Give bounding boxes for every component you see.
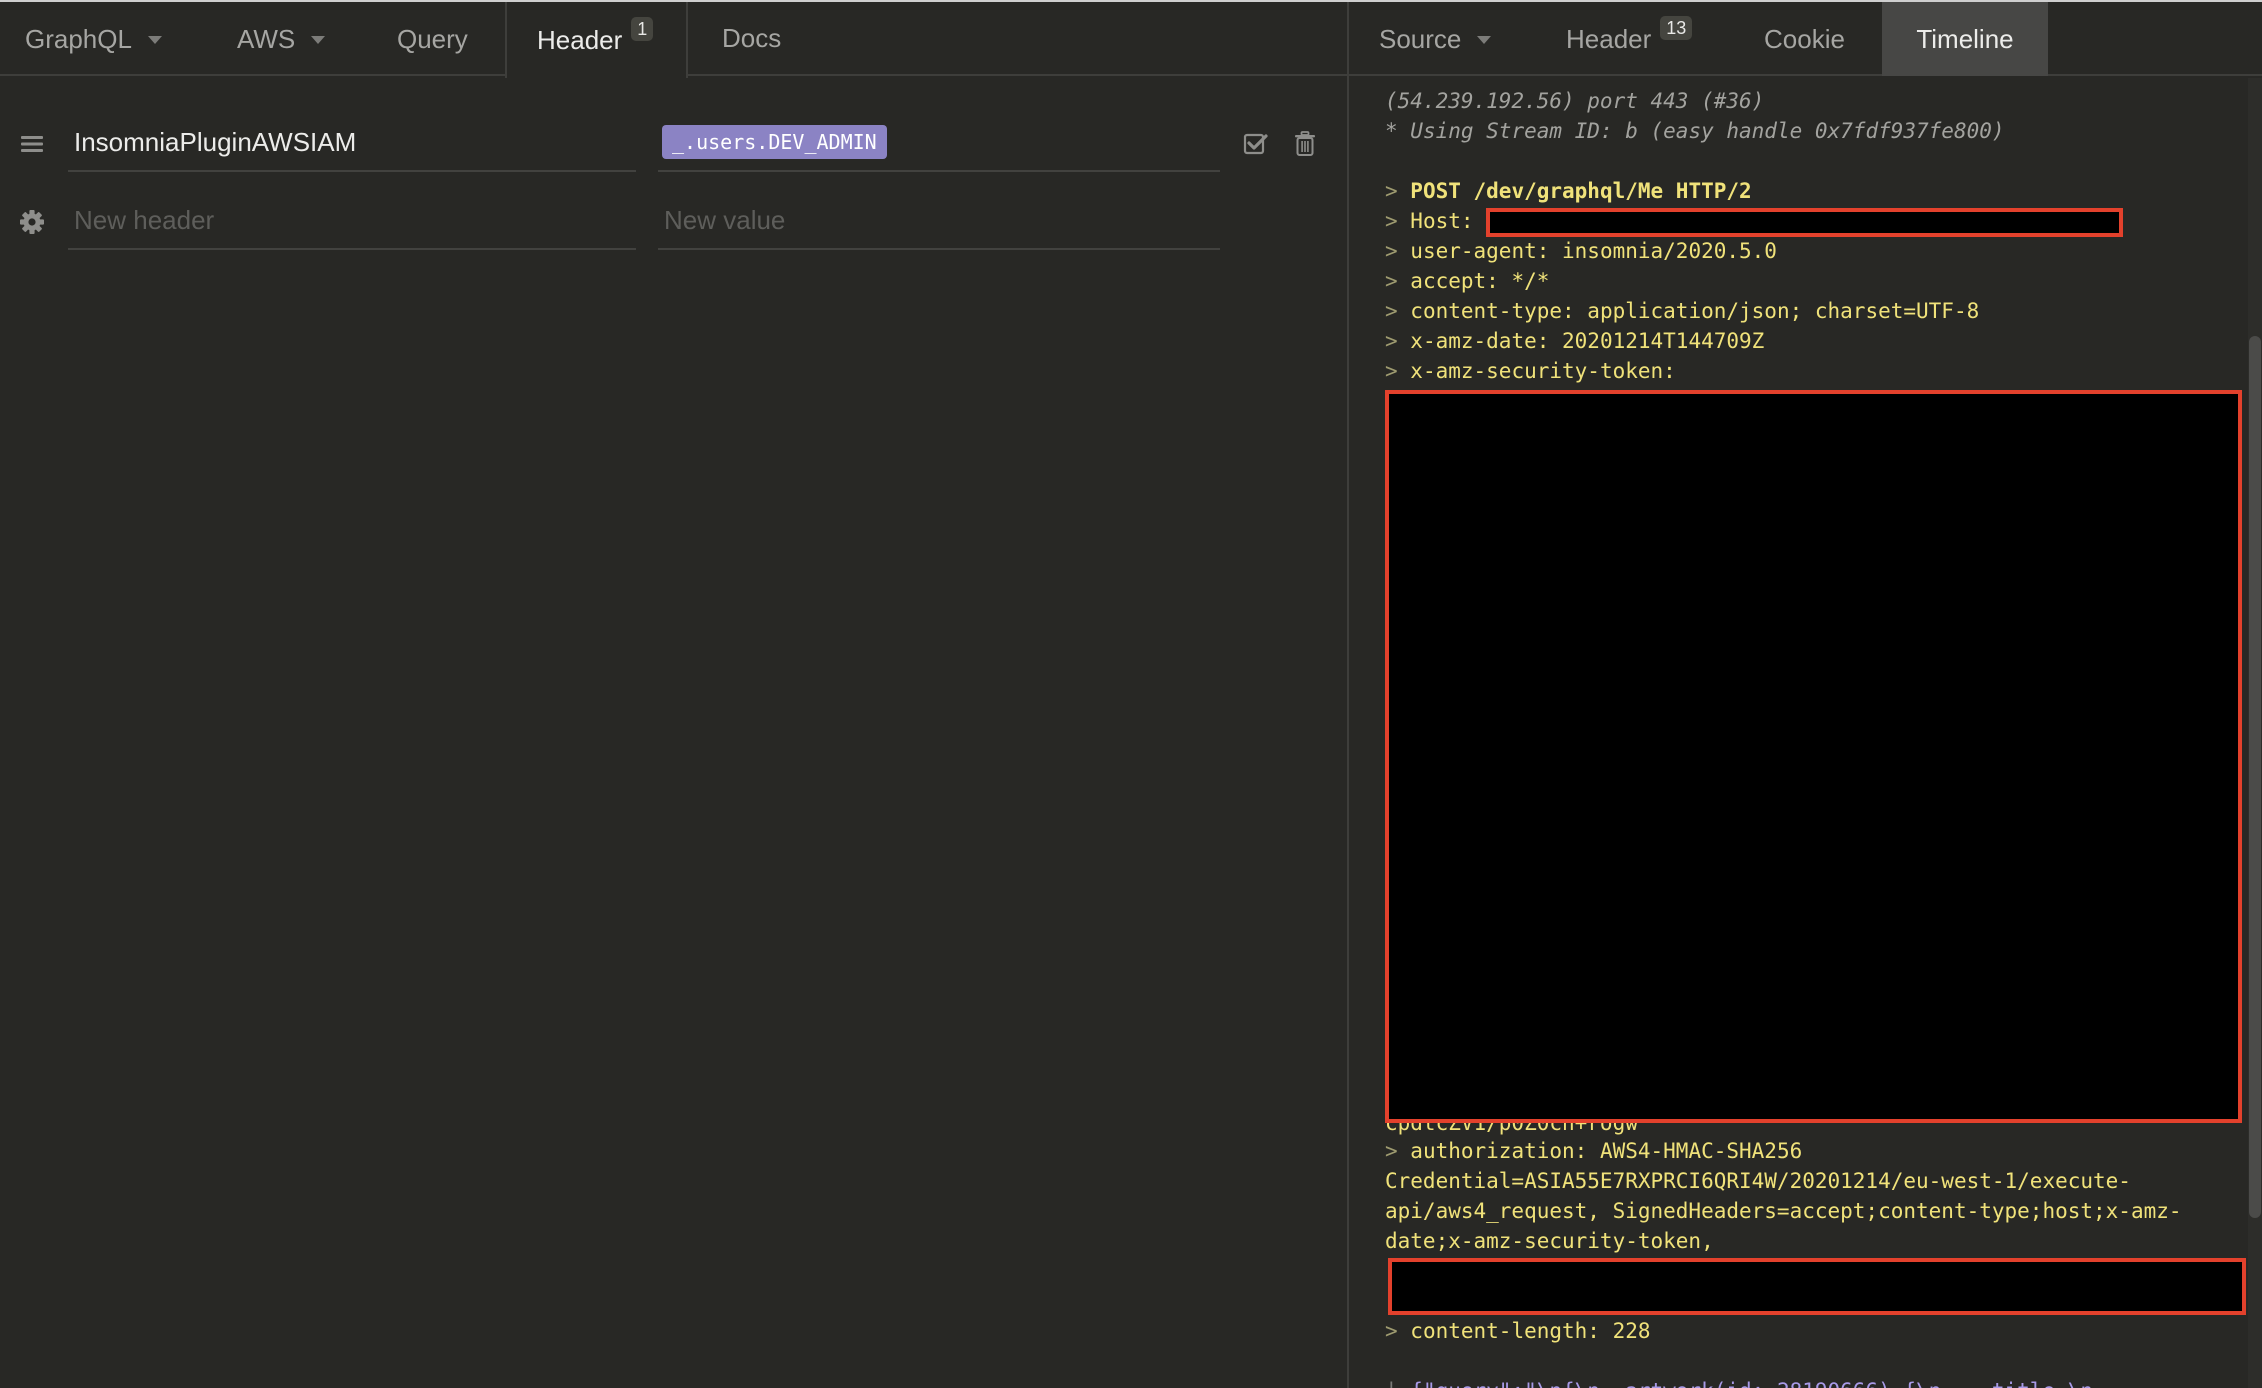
header-name-field[interactable]: InsomniaPluginAWSIAM	[68, 114, 636, 172]
timeline-scrollbar[interactable]	[2248, 78, 2262, 1388]
timeline-line: api/aws4_request, SignedHeaders=accept;c…	[1385, 1196, 2182, 1226]
hamburger-icon[interactable]	[18, 130, 46, 158]
tab-label: Timeline	[1916, 24, 2013, 55]
tab-label: Docs	[722, 23, 781, 54]
checkbox-checked-icon[interactable]	[1240, 128, 1272, 160]
timeline-line: > authorization: AWS4-HMAC-SHA256	[1385, 1136, 1802, 1166]
timeline-line: (54.239.192.56) port 443 (#36)	[1385, 86, 1764, 116]
timeline-line: > content-type: application/json; charse…	[1385, 296, 1979, 326]
timeline-line: > user-agent: insomnia/2020.5.0	[1385, 236, 1777, 266]
caret-down-icon	[148, 36, 162, 44]
tab-label: GraphQL	[25, 24, 132, 55]
tab-source[interactable]: Source	[1379, 2, 1491, 76]
response-pane: Source Header 13 Cookie Timeline · · · ·…	[1349, 2, 2262, 1388]
tab-label: Header	[537, 25, 622, 56]
tab-label: Source	[1379, 24, 1461, 55]
caret-down-icon	[1477, 36, 1491, 44]
tab-timeline[interactable]: Timeline	[1882, 2, 2048, 76]
tab-aws[interactable]: AWS	[237, 2, 325, 76]
new-value-input[interactable]	[664, 205, 1220, 236]
tab-docs[interactable]: Docs	[688, 2, 1347, 76]
new-header-value-field[interactable]	[658, 192, 1220, 250]
timeline-line: > x-amz-security-token:	[1385, 356, 1676, 386]
timeline-line: Credential=ASIA55E7RXPRCI6QRI4W/20201214…	[1385, 1166, 2131, 1196]
timeline-line: > Host:	[1385, 206, 1474, 236]
header-value-field[interactable]: _.users.DEV_ADMIN	[658, 114, 1220, 172]
header-name-text: InsomniaPluginAWSIAM	[74, 127, 356, 158]
redaction-box-signature	[1388, 1258, 2246, 1315]
timeline-line: | {"query":"\n{\n artwork(id: 28190666) …	[1385, 1376, 2093, 1388]
tab-label: Cookie	[1764, 24, 1845, 55]
timeline-line: date;x-amz-security-token,	[1385, 1226, 1714, 1256]
timeline-line: > content-length: 228	[1385, 1316, 1651, 1346]
timeline-line: > POST /dev/graphql/Me HTTP/2	[1385, 176, 1752, 206]
response-header-count-badge: 13	[1660, 16, 1692, 40]
request-pane: GraphQL AWS Query Header 1 Docs Insomnia…	[0, 2, 1347, 1388]
response-tabbar: Source Header 13 Cookie Timeline	[1349, 2, 2262, 76]
gear-icon[interactable]	[18, 208, 46, 236]
redaction-box-security-token	[1385, 390, 2242, 1123]
redaction-box-host	[1486, 208, 2123, 237]
timeline-line: > accept: */*	[1385, 266, 1549, 296]
new-header-name-input[interactable]	[68, 192, 636, 250]
template-tag-chip[interactable]: _.users.DEV_ADMIN	[662, 125, 887, 159]
new-header-row	[0, 192, 1347, 252]
tab-label: Header	[1566, 24, 1651, 55]
header-count-badge: 1	[631, 17, 653, 41]
trash-icon[interactable]	[1289, 128, 1321, 160]
timeline-line: > x-amz-date: 20201214T144709Z	[1385, 326, 1764, 356]
tab-query[interactable]: Query	[397, 2, 468, 76]
tab-cookie[interactable]: Cookie	[1764, 2, 1845, 76]
header-row: InsomniaPluginAWSIAM _.users.DEV_ADMIN	[0, 114, 1347, 174]
scrollbar-thumb[interactable]	[2249, 336, 2261, 1218]
timeline-log[interactable]: · · · · · · · · · · · · · · · · · · · · …	[1349, 78, 2248, 1388]
timeline-line: * Using Stream ID: b (easy handle 0x7fdf…	[1385, 116, 2005, 146]
caret-down-icon	[311, 36, 325, 44]
request-tabbar: GraphQL AWS Query Header 1 Docs	[0, 2, 1347, 76]
tab-label: Query	[397, 24, 468, 55]
tab-response-header[interactable]: Header 13	[1566, 2, 1692, 76]
tab-label: AWS	[237, 24, 295, 55]
new-header-input[interactable]	[74, 205, 636, 236]
tab-graphql[interactable]: GraphQL	[25, 2, 162, 76]
tab-header[interactable]: Header 1	[505, 2, 688, 78]
